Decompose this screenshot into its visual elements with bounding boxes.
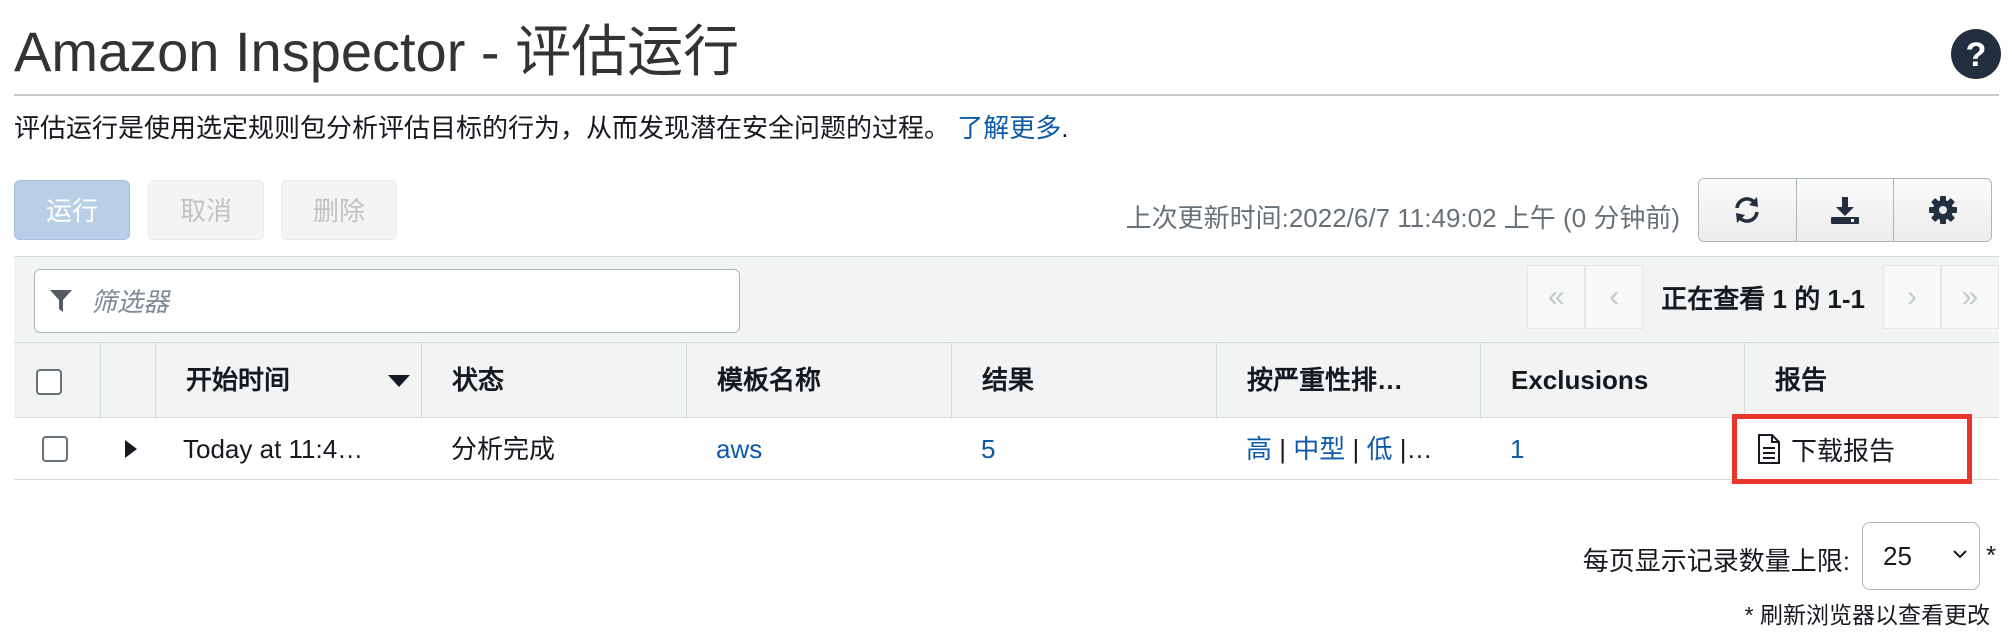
last-page-button[interactable]: » — [1941, 265, 1999, 329]
chevron-down-icon — [1953, 550, 1967, 559]
column-start-time-label: 开始时间 — [186, 365, 291, 395]
toolbar-icon-group — [1698, 178, 1992, 242]
severity-medium-link[interactable]: 中型 — [1293, 434, 1345, 464]
severity-more: |… — [1399, 434, 1433, 464]
description-suffix: . — [1061, 113, 1069, 143]
expand-row-icon[interactable] — [125, 440, 137, 458]
column-exclusions[interactable]: Exclusions — [1480, 343, 1744, 419]
page-title: Amazon Inspector - 评估运行 — [14, 20, 740, 83]
header-select-cell — [14, 343, 100, 419]
settings-gear-icon — [1928, 196, 1957, 224]
download-report-label: 下载报告 — [1791, 435, 1896, 466]
sort-descending-icon[interactable] — [388, 375, 410, 389]
description-text: 评估运行是使用选定规则包分析评估目标的行为，从而发现潜在安全问题的过程。 — [14, 113, 951, 143]
next-page-button[interactable]: › — [1883, 265, 1941, 329]
table-row: Today at 11:4… 分析完成 aws 5 高 | 中型 | 低 |… … — [14, 418, 1999, 480]
column-template-name[interactable]: 模板名称 — [686, 343, 951, 419]
severity-low-link[interactable]: 低 — [1367, 434, 1393, 464]
header-expand-cell — [100, 343, 155, 419]
filter-input[interactable] — [89, 280, 713, 324]
pagination-status: 正在查看 1 的 1-1 — [1661, 283, 1865, 314]
download-button[interactable] — [1796, 179, 1895, 241]
severity-separator: | — [1279, 434, 1287, 464]
page-description: 评估运行是使用选定规则包分析评估目标的行为，从而发现潜在安全问题的过程。 了解更… — [14, 110, 1069, 146]
learn-more-link[interactable]: 了解更多 — [957, 113, 1061, 143]
filter-bar: « ‹ 正在查看 1 的 1-1 › » — [14, 256, 1999, 343]
column-findings[interactable]: 结果 — [951, 343, 1216, 419]
row-checkbox[interactable] — [42, 436, 68, 462]
title-divider — [14, 94, 1999, 96]
refresh-button[interactable] — [1699, 179, 1797, 241]
svg-text:?: ? — [1966, 36, 1987, 74]
per-page-asterisk: * — [1986, 540, 1997, 570]
column-status[interactable]: 状态 — [421, 343, 686, 419]
select-all-checkbox[interactable] — [36, 369, 62, 395]
run-button[interactable]: 运行 — [14, 180, 130, 240]
per-page-label: 每页显示记录数量上限: — [1582, 546, 1850, 576]
per-page-value: 25 — [1883, 541, 1912, 571]
cell-template-link[interactable]: aws — [686, 418, 951, 480]
cell-status: 分析完成 — [451, 434, 556, 464]
delete-button[interactable]: 删除 — [281, 180, 397, 240]
severity-high-link[interactable]: 高 — [1246, 434, 1272, 464]
last-updated-text: 上次更新时间:2022/6/7 11:49:02 上午 (0 分钟前) — [1125, 203, 1680, 233]
per-page-select[interactable]: 25 — [1862, 522, 1980, 590]
download-icon — [1831, 197, 1859, 224]
prev-page-button[interactable]: ‹ — [1585, 265, 1644, 329]
severity-separator: | — [1352, 434, 1360, 464]
page: Amazon Inspector - 评估运行 ? 评估运行是使用选定规则包分析… — [0, 0, 2012, 644]
column-severity[interactable]: 按严重性排… — [1216, 343, 1480, 419]
filter-field[interactable] — [34, 269, 740, 333]
cell-exclusions-link[interactable]: 1 — [1480, 418, 1744, 480]
first-page-button[interactable]: « — [1527, 265, 1586, 329]
column-report[interactable]: 报告 — [1744, 343, 1999, 419]
pagination: « ‹ 正在查看 1 的 1-1 › » — [1527, 265, 1999, 329]
refresh-footnote: * 刷新浏览器以查看更改 — [1744, 602, 1990, 628]
cancel-button[interactable]: 取消 — [148, 180, 264, 240]
table-header: 开始时间 状态 模板名称 结果 按严重性排… Exclusions 报告 — [14, 342, 1999, 419]
document-icon — [1758, 434, 1780, 464]
column-start-time[interactable]: 开始时间 — [155, 343, 421, 419]
filter-funnel-icon — [50, 290, 72, 312]
cell-findings-link[interactable]: 5 — [951, 418, 1216, 480]
refresh-icon — [1735, 197, 1760, 223]
cell-start-time: Today at 11:4… — [183, 434, 364, 464]
download-report-button[interactable]: 下载报告 — [1732, 414, 1972, 484]
question-circle-icon[interactable]: ? — [1950, 28, 2002, 80]
settings-button[interactable] — [1894, 179, 1991, 241]
cell-severity: 高 | 中型 | 低 |… — [1216, 418, 1480, 480]
